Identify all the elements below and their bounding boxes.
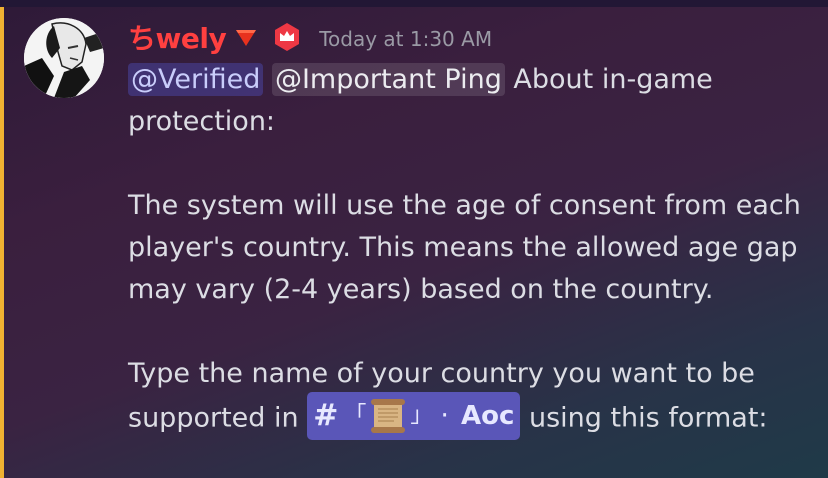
username[interactable]: ちwely xyxy=(128,17,227,57)
role-mention-important-ping[interactable]: @Important Ping xyxy=(271,63,505,96)
avatar[interactable] xyxy=(24,18,104,98)
avatar-image xyxy=(24,18,104,98)
scroll-icon xyxy=(368,396,408,436)
top-border xyxy=(0,0,828,7)
message-header: ちwely Today at 1:30 AM xyxy=(128,15,492,59)
message-paragraph-3: Type the name of your country you want t… xyxy=(128,353,808,443)
chat-message: ちwely Today at 1:30 AM @Verified @Import… xyxy=(4,7,828,478)
message-paragraph-2: The system will use the age of consent f… xyxy=(128,190,801,305)
channel-hash-icon: # xyxy=(313,398,339,433)
channel-name: Aoc xyxy=(460,401,515,431)
message-paragraph-1: @Verified @Important Ping About in-game … xyxy=(128,59,808,143)
message-content: @Verified @Important Ping About in-game … xyxy=(128,59,808,443)
role-crown-badge-icon[interactable] xyxy=(272,22,302,52)
red-triangle-down-icon xyxy=(234,25,258,49)
channel-mention-aoc[interactable]: # 「 」 · Aoc xyxy=(307,392,521,440)
channel-separator: · xyxy=(440,400,449,431)
role-mention-verified[interactable]: @Verified xyxy=(128,63,264,96)
message-timestamp[interactable]: Today at 1:30 AM xyxy=(319,27,492,51)
channel-close-bracket: 」 xyxy=(410,403,433,428)
message-text-format: using this format: xyxy=(520,402,768,434)
channel-open-bracket: 「 xyxy=(344,403,367,428)
